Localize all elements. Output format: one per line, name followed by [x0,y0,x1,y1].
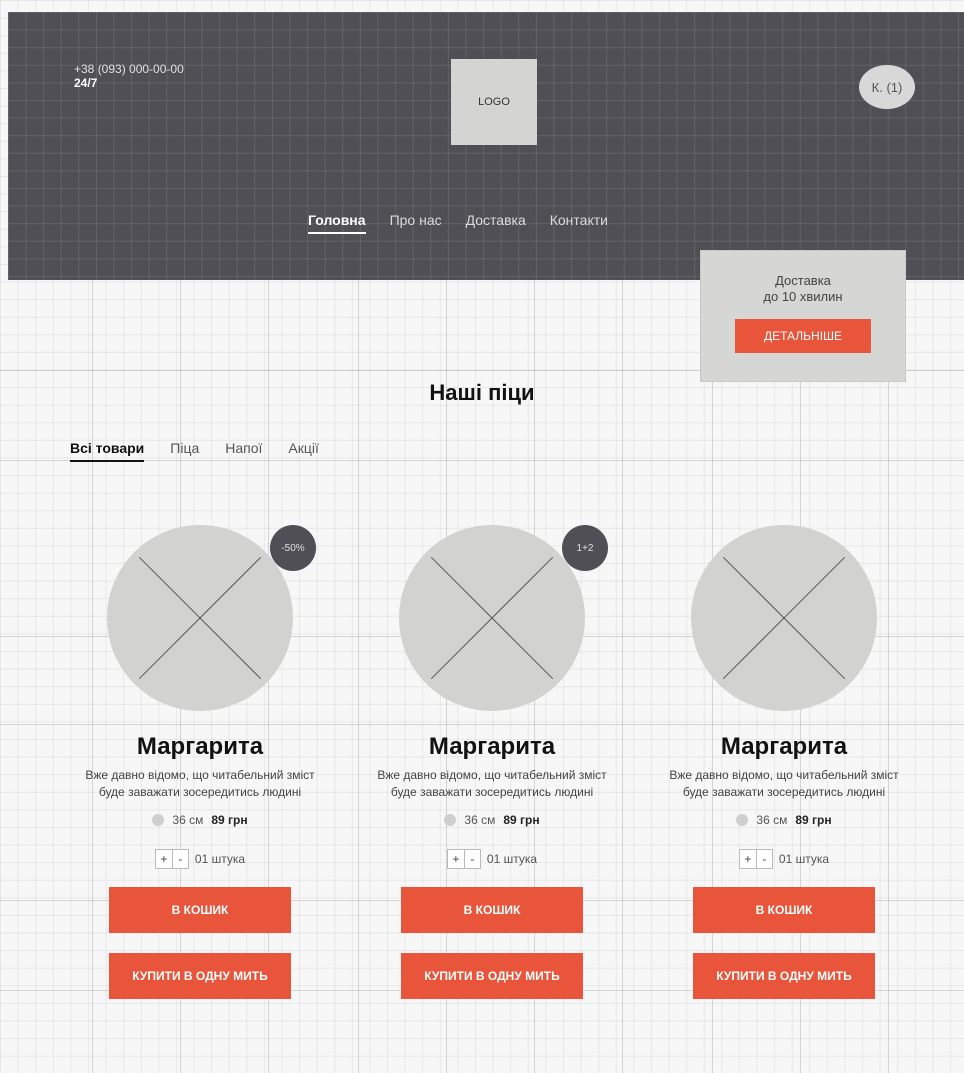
quantity-stepper: + - [446,849,481,869]
promo-badge: 1+2 [562,525,608,571]
nav-item-delivery[interactable]: Доставка [466,212,526,234]
product-name: Маргарита [136,733,264,760]
product-price: 89 грн [211,813,248,827]
add-to-cart-button[interactable]: В КОШИК [401,887,583,933]
product-card: 1+2 Маргарита Вже давно відомо, що читаб… [362,525,622,999]
pizza-image-placeholder[interactable] [691,525,877,711]
nav-item-home[interactable]: Головна [308,212,366,234]
page: +38 (093) 000-00-00 24/7 LOGO К. (1) Гол… [0,0,964,1073]
quantity-stepper: + - [154,849,189,869]
size-radio[interactable] [444,814,457,826]
buy-now-button[interactable]: КУПИТИ В ОДНУ МИТЬ [401,953,583,999]
contact-info: +38 (093) 000-00-00 24/7 [74,62,184,90]
size-radio[interactable] [152,814,165,826]
quantity-stepper: + - [738,849,773,869]
product-meta: 36 см 89 грн [70,813,330,827]
decrease-button[interactable]: - [463,850,480,868]
buy-now-button[interactable]: КУПИТИ В ОДНУ МИТЬ [109,953,291,999]
delivery-promo-line2: до 10 хвилин [763,289,843,304]
add-to-cart-button[interactable]: В КОШИК [109,887,291,933]
delivery-promo: Доставка до 10 хвилин ДЕТАЛЬНІШЕ [700,250,906,382]
nav-item-contacts[interactable]: Контакти [550,212,608,234]
increase-button[interactable]: + [740,850,756,868]
increase-button[interactable]: + [156,850,172,868]
category-tabs: Всі товари Піца Напої Акції [70,440,319,462]
increase-button[interactable]: + [448,850,464,868]
quantity-control: + - 01 штука [70,849,330,869]
details-button[interactable]: ДЕТАЛЬНІШЕ [735,319,871,353]
quantity-control: + - 01 штука [654,849,914,869]
section-title: Наші піци [429,380,535,405]
product-size: 36 см [756,813,788,827]
decrease-button[interactable]: - [171,850,188,868]
product-description: Вже давно відомо, що читабельний зміст б… [669,768,899,799]
product-description: Вже давно відомо, що читабельний зміст б… [377,768,607,799]
product-name: Маргарита [428,733,556,760]
add-to-cart-button[interactable]: В КОШИК [693,887,875,933]
product-size: 36 см [464,813,496,827]
buy-now-button[interactable]: КУПИТИ В ОДНУ МИТЬ [693,953,875,999]
quantity-value: 01 штука [778,852,830,866]
logo[interactable]: LOGO [451,59,537,145]
product-description: Вже давно відомо, що читабельний зміст б… [85,768,315,799]
delivery-promo-line1: Доставка [775,273,831,288]
size-radio[interactable] [736,814,749,826]
nav-item-about[interactable]: Про нас [390,212,442,234]
logo-text: LOGO [478,96,510,108]
cart-label: К. (1) [871,79,903,95]
working-hours: 24/7 [74,76,98,90]
product-size: 36 см [172,813,204,827]
pizza-image-placeholder[interactable] [107,525,293,711]
pizza-image-placeholder[interactable] [399,525,585,711]
product-name: Маргарита [720,733,848,760]
quantity-value: 01 штука [194,852,246,866]
cart-button[interactable]: К. (1) [859,65,915,109]
site-header: +38 (093) 000-00-00 24/7 LOGO К. (1) Гол… [8,12,964,280]
product-price: 89 грн [795,813,832,827]
tab-all-products[interactable]: Всі товари [70,440,145,462]
decrease-button[interactable]: - [755,850,772,868]
product-meta: 36 см 89 грн [654,813,914,827]
tab-pizza[interactable]: Піца [170,440,199,462]
product-card: Маргарита Вже давно відомо, що читабельн… [654,525,914,999]
main-nav: Головна Про нас Доставка Контакти [308,212,608,234]
phone-number[interactable]: +38 (093) 000-00-00 [74,62,184,76]
product-meta: 36 см 89 грн [362,813,622,827]
tab-promotions[interactable]: Акції [288,440,318,462]
quantity-value: 01 штука [486,852,538,866]
product-price: 89 грн [503,813,540,827]
quantity-control: + - 01 штука [362,849,622,869]
discount-badge: -50% [270,525,316,571]
product-card: -50% Маргарита Вже давно відомо, що чита… [70,525,330,999]
tab-drinks[interactable]: Напої [225,440,262,462]
